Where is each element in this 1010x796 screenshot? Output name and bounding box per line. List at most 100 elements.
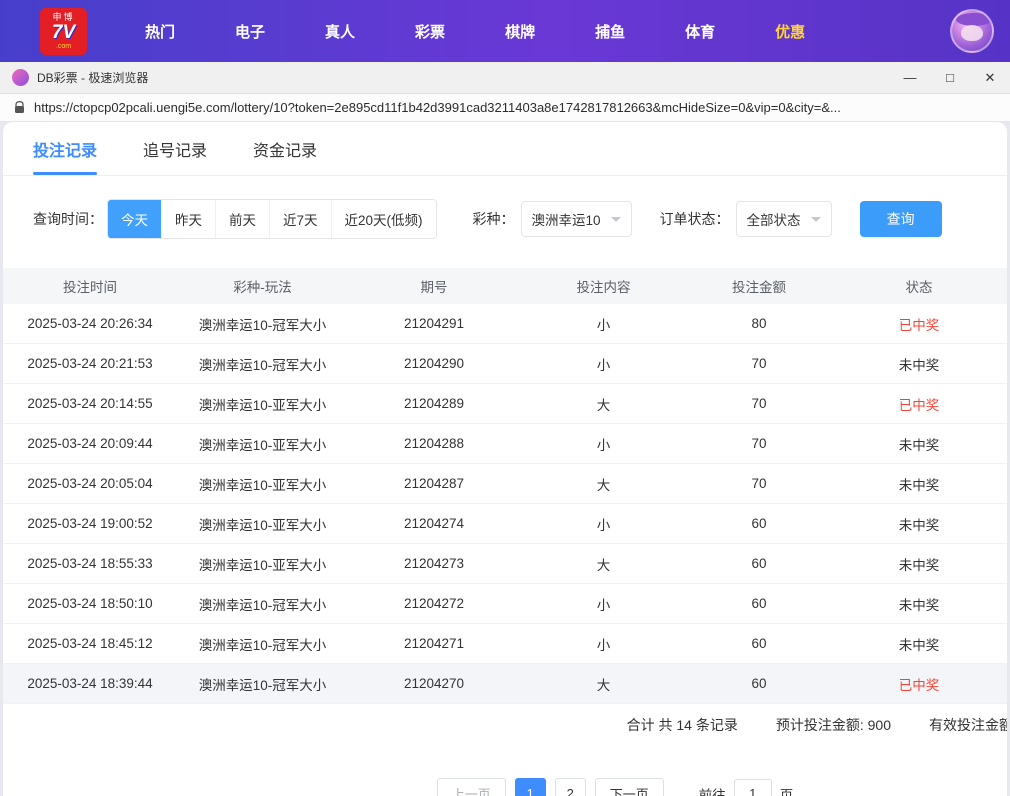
logo-text-top: 申博	[52, 11, 75, 22]
table-row: 2025-03-24 18:39:44 澳洲幸运10-冠军大小 21204270…	[3, 664, 1007, 704]
table-row: 2025-03-24 20:21:53 澳洲幸运10-冠军大小 21204290…	[3, 344, 1007, 384]
cell-issue: 21204272	[403, 596, 465, 611]
bet-records-table: 投注时间 彩种-玩法 期号 投注内容 投注金额 状态 2025-03-24 20…	[3, 268, 1007, 704]
status-badge: 已中奖	[898, 677, 940, 693]
nav-item-lottery[interactable]: 彩票	[385, 11, 475, 52]
goto-page-input[interactable]	[733, 779, 772, 796]
lottery-select-value: 澳洲幸运10	[531, 213, 601, 228]
time-option-yesterday[interactable]: 昨天	[161, 200, 215, 238]
pagination: 上一页 1 2 下一页 前往 页	[3, 778, 1007, 796]
cell-issue: 21204270	[403, 676, 465, 691]
header-bet-amount: 投注金额	[732, 280, 786, 295]
cell-bet-amount: 70	[751, 396, 767, 411]
logo-text-sub: .com	[55, 42, 72, 50]
status-badge: 未中奖	[898, 597, 940, 613]
tab-bet-records[interactable]: 投注记录	[33, 122, 98, 175]
close-button[interactable]: ✕	[970, 62, 1010, 93]
table-row: 2025-03-24 20:09:44 澳洲幸运10-亚军大小 21204288…	[3, 424, 1007, 464]
cell-bet-time: 2025-03-24 18:55:33	[27, 556, 153, 571]
time-option-7days[interactable]: 近7天	[269, 200, 331, 238]
cell-bet-content: 大	[596, 477, 611, 493]
order-status-select[interactable]: 全部状态	[735, 201, 832, 237]
table-row: 2025-03-24 18:50:10 澳洲幸运10-冠军大小 21204272…	[3, 584, 1007, 624]
status-badge: 未中奖	[898, 477, 940, 493]
site-top-nav: 申博 7V .com 热门 电子 真人 彩票 棋牌 捕鱼 体育 优惠	[0, 0, 1010, 62]
lottery-select[interactable]: 澳洲幸运10	[520, 201, 632, 237]
nav-item-sports[interactable]: 体育	[655, 11, 745, 52]
time-option-day-before[interactable]: 前天	[215, 200, 269, 238]
cell-game-play: 澳洲幸运10-亚军大小	[198, 437, 327, 453]
cell-issue: 21204271	[403, 636, 465, 651]
time-filter-label: 查询时间：	[33, 211, 103, 227]
page-button-2[interactable]: 2	[554, 778, 586, 796]
cell-bet-content: 小	[596, 317, 611, 333]
cell-game-play: 澳洲幸运10-冠军大小	[198, 317, 327, 333]
table-row: 2025-03-24 20:14:55 澳洲幸运10-亚军大小 21204289…	[3, 384, 1007, 424]
cell-bet-time: 2025-03-24 20:26:34	[27, 316, 153, 331]
tab-chase-records[interactable]: 追号记录	[143, 122, 207, 175]
chevron-down-icon	[610, 216, 621, 222]
goto-unit-label: 页	[779, 787, 794, 796]
lottery-filter-label: 彩种：	[472, 211, 515, 227]
cell-issue: 21204273	[403, 556, 465, 571]
header-bet-time: 投注时间	[63, 280, 117, 295]
goto-label: 前往	[698, 787, 726, 796]
time-option-today[interactable]: 今天	[108, 200, 161, 238]
status-badge: 已中奖	[898, 317, 940, 333]
cell-bet-amount: 70	[751, 436, 767, 451]
status-badge: 未中奖	[898, 517, 940, 533]
next-page-button[interactable]: 下一页	[594, 778, 664, 796]
lock-icon	[14, 101, 25, 114]
summary-expected-amount: 预计投注金额: 900	[775, 717, 891, 733]
header-game-play: 彩种-玩法	[233, 280, 292, 295]
nav-item-promotions[interactable]: 优惠	[745, 11, 835, 52]
cell-bet-time: 2025-03-24 19:00:52	[27, 516, 153, 531]
url-text: https://ctopcp02pcali.uengi5e.com/lotter…	[34, 100, 841, 115]
time-option-20days[interactable]: 近20天(低频)	[330, 200, 436, 238]
window-controls: — □ ✕	[890, 62, 1010, 93]
header-bet-content: 投注内容	[576, 280, 631, 295]
prev-page-button[interactable]: 上一页	[436, 778, 506, 796]
cell-bet-time: 2025-03-24 18:39:44	[27, 676, 153, 691]
summary-total-records: 合计 共 14 条记录	[626, 717, 738, 733]
nav-item-fishing[interactable]: 捕鱼	[565, 11, 655, 52]
nav-item-board-games[interactable]: 棋牌	[475, 11, 565, 52]
cell-bet-content: 大	[596, 677, 611, 693]
search-button[interactable]: 查询	[859, 201, 942, 237]
status-badge: 未中奖	[898, 437, 940, 453]
cell-bet-content: 小	[596, 357, 611, 373]
cell-bet-time: 2025-03-24 20:14:55	[27, 396, 153, 411]
page-button-1[interactable]: 1	[514, 778, 546, 796]
cell-issue: 21204274	[403, 516, 465, 531]
filter-bar: 查询时间： 今天 昨天 前天 近7天 近20天(低频) 彩种： 澳洲幸运10 订…	[3, 176, 1007, 260]
site-nav-menu: 热门 电子 真人 彩票 棋牌 捕鱼 体育 优惠	[115, 11, 835, 52]
chevron-down-icon	[810, 216, 821, 222]
cell-bet-content: 小	[596, 637, 611, 653]
maximize-button[interactable]: □	[930, 62, 970, 93]
cell-issue: 21204290	[403, 356, 465, 371]
nav-item-live[interactable]: 真人	[295, 11, 385, 52]
tab-fund-records[interactable]: 资金记录	[253, 122, 317, 175]
browser-titlebar: DB彩票 - 极速浏览器 — □ ✕	[0, 62, 1010, 94]
cell-bet-content: 大	[596, 397, 611, 413]
cell-game-play: 澳洲幸运10-冠军大小	[198, 677, 327, 693]
cell-bet-amount: 60	[751, 556, 767, 571]
cell-game-play: 澳洲幸运10-亚军大小	[198, 557, 327, 573]
minimize-button[interactable]: —	[890, 62, 930, 93]
cell-game-play: 澳洲幸运10-冠军大小	[198, 357, 327, 373]
cell-bet-time: 2025-03-24 20:05:04	[27, 476, 153, 491]
status-badge: 未中奖	[898, 557, 940, 573]
nav-item-hot[interactable]: 热门	[115, 11, 205, 52]
table-row: 2025-03-24 20:05:04 澳洲幸运10-亚军大小 21204287…	[3, 464, 1007, 504]
cell-bet-time: 2025-03-24 18:50:10	[27, 596, 153, 611]
status-filter-label: 订单状态：	[659, 211, 730, 227]
site-logo[interactable]: 申博 7V .com	[40, 7, 87, 55]
record-tabs: 投注记录 追号记录 资金记录	[3, 122, 1007, 176]
cell-bet-time: 2025-03-24 20:21:53	[27, 356, 153, 371]
address-bar[interactable]: https://ctopcp02pcali.uengi5e.com/lotter…	[0, 94, 1010, 122]
cell-bet-amount: 60	[751, 676, 767, 691]
nav-item-electronic[interactable]: 电子	[205, 11, 295, 52]
cell-game-play: 澳洲幸运10-冠军大小	[198, 597, 327, 613]
user-avatar[interactable]	[950, 9, 994, 53]
table-row: 2025-03-24 20:26:34 澳洲幸运10-冠军大小 21204291…	[3, 304, 1007, 344]
